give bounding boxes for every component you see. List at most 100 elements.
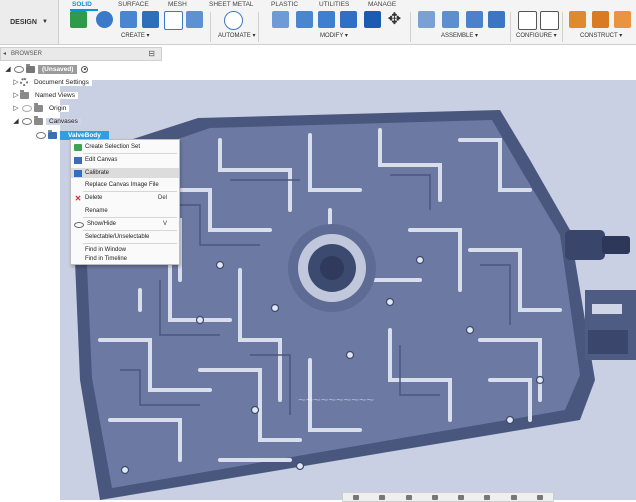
tab-solid[interactable]: SOLID [72, 1, 92, 8]
group-assemble[interactable]: ASSEMBLE ▾ [441, 32, 478, 39]
group-configure[interactable]: CONFIGURE ▾ [516, 32, 557, 39]
plane-at-angle-icon[interactable] [592, 11, 609, 28]
visibility-eye-icon[interactable] [22, 117, 32, 125]
mirror-icon[interactable] [186, 11, 203, 28]
tab-mesh[interactable]: MESH [168, 1, 187, 8]
tab-sheet-metal[interactable]: SHEET METAL [209, 1, 254, 8]
browser-title: BROWSER [11, 51, 43, 57]
tree-node-origin[interactable]: ▷ Origin [12, 102, 70, 114]
group-modify[interactable]: MODIFY ▾ [320, 32, 348, 39]
new-component-icon[interactable] [418, 11, 435, 28]
selection-set-icon [74, 143, 82, 151]
menu-item-rename[interactable]: Rename [71, 206, 179, 216]
pan-icon[interactable] [405, 494, 412, 500]
fit-icon[interactable] [458, 494, 465, 500]
menu-item-label: Selectable/Unselectable [85, 234, 150, 240]
menu-item-find-in-timeline[interactable]: Find in Timeline [71, 254, 179, 264]
rigid-group-icon[interactable] [488, 11, 505, 28]
visibility-eye-icon[interactable] [22, 104, 32, 112]
automate-icon[interactable] [224, 11, 243, 30]
canvas-icon [48, 129, 57, 139]
edit-canvas-icon [74, 156, 82, 164]
collapse-arrow-icon[interactable]: ◢ [12, 117, 20, 125]
fillet-icon[interactable] [296, 11, 313, 28]
tree-node-named-views[interactable]: ▷ Named Views [12, 89, 78, 101]
configure-rule-icon[interactable] [540, 11, 559, 30]
blank-icon [74, 208, 82, 215]
revolve-icon[interactable] [96, 11, 113, 28]
blank-icon [74, 182, 82, 189]
visibility-eye-icon[interactable] [36, 131, 46, 139]
menu-shortcut: Del [157, 195, 167, 201]
menu-separator [83, 191, 177, 192]
viewports-icon[interactable] [536, 494, 543, 500]
blank-icon [74, 234, 82, 241]
expand-arrow-icon[interactable]: ▷ [12, 78, 20, 86]
zoom-icon[interactable] [431, 494, 438, 500]
menu-item-delete[interactable]: ✕ Delete Del [71, 193, 179, 203]
display-settings-icon[interactable] [484, 494, 491, 500]
component-icon [26, 63, 35, 73]
shell-icon[interactable] [340, 11, 357, 28]
calibrate-icon [74, 169, 82, 177]
group-construct[interactable]: CONSTRUCT ▾ [580, 32, 622, 39]
offset-plane-icon[interactable] [569, 11, 586, 28]
menu-item-label: Edit Canvas [85, 157, 118, 163]
tree-node-document-settings[interactable]: ▷ Document Settings [12, 76, 92, 88]
create-sketch-icon[interactable] [70, 11, 87, 28]
move-copy-icon[interactable]: ✥ [386, 11, 403, 28]
tab-surface[interactable]: SURFACE [118, 1, 149, 8]
menu-item-create-selection-set[interactable]: Create Selection Set [71, 142, 179, 152]
gear-icon [20, 78, 28, 86]
ribbon-toolbar: DESIGN ▼ SOLID SURFACE MESH SHEET METAL … [0, 0, 636, 45]
expand-arrow-icon[interactable]: ▷ [12, 91, 20, 99]
activate-radio-icon[interactable] [81, 65, 89, 73]
workspace-label: DESIGN [10, 18, 37, 26]
canvas-watermark: ~~~~~~~~~~ [298, 392, 374, 407]
extrude-icon[interactable] [120, 11, 137, 28]
hole-icon[interactable] [142, 11, 159, 28]
menu-item-calibrate[interactable]: Calibrate [71, 168, 179, 178]
tab-manage[interactable]: MANAGE [368, 1, 396, 8]
menu-item-label: Replace Canvas Image File [85, 182, 159, 188]
menu-item-label: Calibrate [85, 170, 110, 176]
expand-arrow-icon[interactable]: ▷ [12, 104, 20, 112]
chamfer-icon[interactable] [318, 11, 335, 28]
menu-separator [83, 153, 177, 154]
tab-utilities[interactable]: UTILITIES [319, 1, 349, 8]
axis-icon[interactable] [614, 11, 631, 28]
as-built-joint-icon[interactable] [466, 11, 483, 28]
look-at-icon[interactable] [379, 494, 386, 500]
group-automate[interactable]: AUTOMATE ▾ [218, 32, 255, 39]
menu-separator [83, 217, 177, 218]
navigation-bar [342, 492, 554, 502]
combine-icon[interactable] [364, 11, 381, 28]
browser-header[interactable]: ◂ BROWSER ⊟ [0, 47, 162, 61]
joint-icon[interactable] [442, 11, 459, 28]
collapse-icon[interactable]: ◂ [3, 50, 6, 57]
tab-plastic[interactable]: PLASTIC [271, 1, 298, 8]
group-create[interactable]: CREATE ▾ [121, 32, 150, 39]
configure-table-icon[interactable] [518, 11, 537, 30]
menu-item-label: Find in Timeline [85, 256, 128, 262]
collapse-arrow-icon[interactable]: ◢ [4, 65, 12, 73]
menu-item-label: Rename [85, 208, 108, 214]
close-icon[interactable]: ⊟ [148, 49, 155, 58]
menu-item-show-hide[interactable]: Show/Hide V [71, 219, 179, 229]
press-pull-icon[interactable] [272, 11, 289, 28]
tree-label: Document Settings [31, 78, 92, 86]
tree-label: Canvases [46, 117, 81, 125]
chevron-down-icon: ▼ [41, 19, 48, 25]
tree-label: Origin [46, 104, 70, 112]
menu-item-selectable-unselectable[interactable]: Selectable/Unselectable [71, 232, 179, 242]
menu-item-edit-canvas[interactable]: Edit Canvas [71, 155, 179, 165]
visibility-eye-icon[interactable] [14, 65, 24, 73]
tree-node-root[interactable]: ◢ (Unsaved) [4, 63, 89, 75]
workspace-switcher[interactable]: DESIGN ▼ [0, 0, 59, 44]
grid-settings-icon[interactable] [510, 494, 517, 500]
folder-icon [20, 89, 29, 99]
tree-node-canvases[interactable]: ◢ Canvases [12, 115, 81, 127]
orbit-icon[interactable] [353, 494, 360, 500]
pattern-icon[interactable] [164, 11, 183, 30]
menu-item-replace-canvas-image-file[interactable]: Replace Canvas Image File [71, 180, 179, 190]
